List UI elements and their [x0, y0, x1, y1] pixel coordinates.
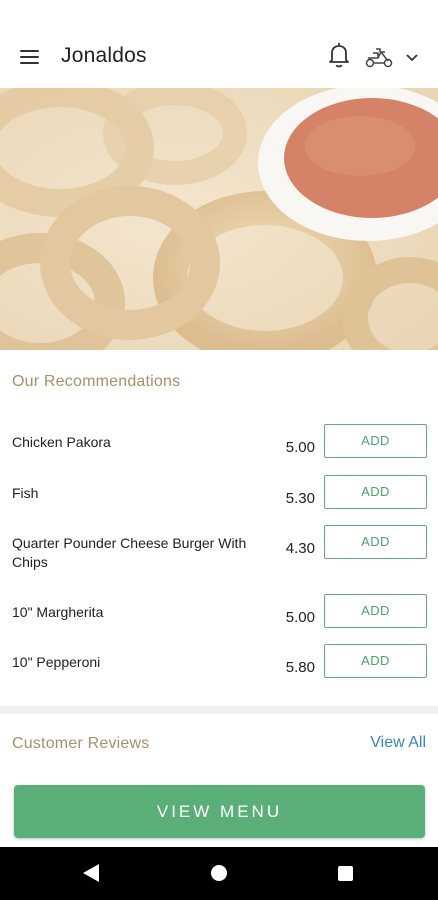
item-name: Quarter Pounder Cheese Burger With Chips: [12, 535, 247, 570]
view-menu-button[interactable]: VIEW MENU: [14, 785, 425, 838]
app-title: Jonaldos: [61, 44, 147, 67]
add-button[interactable]: ADD: [324, 424, 427, 458]
add-button[interactable]: ADD: [324, 525, 427, 559]
bell-icon[interactable]: [326, 40, 352, 70]
scooter-icon: [365, 48, 393, 68]
reviews-title: Customer Reviews: [12, 735, 150, 752]
back-triangle-icon[interactable]: [83, 864, 99, 882]
app-bar: Jonaldos: [0, 0, 438, 88]
add-button[interactable]: ADD: [324, 594, 427, 628]
add-button[interactable]: ADD: [324, 644, 427, 678]
item-price: 5.00: [285, 609, 315, 626]
chevron-down-icon: [406, 54, 418, 62]
section-divider: [0, 706, 438, 714]
view-all-link[interactable]: View All: [370, 734, 426, 752]
hero-food-image: [0, 88, 438, 350]
item-name: 10" Margherita: [12, 604, 104, 620]
item-price: 5.00: [285, 439, 315, 456]
delivery-selector[interactable]: [364, 45, 424, 71]
hamburger-menu-icon[interactable]: [18, 46, 42, 68]
item-price: 4.30: [285, 540, 315, 557]
recents-square-icon[interactable]: [338, 866, 353, 881]
item-price: 5.30: [285, 490, 315, 507]
item-name: Fish: [12, 485, 39, 501]
add-button[interactable]: ADD: [324, 475, 427, 509]
item-name: Chicken Pakora: [12, 434, 111, 450]
item-name: 10" Pepperoni: [12, 654, 101, 670]
recommendations-section: Our Recommendations Chicken Pakora 5.00 …: [0, 350, 438, 706]
home-circle-icon[interactable]: [211, 865, 227, 881]
system-nav-bar: [0, 847, 438, 900]
item-price: 5.80: [285, 659, 315, 676]
recommendations-title: Our Recommendations: [12, 373, 181, 390]
reviews-section: Customer Reviews View All: [0, 714, 438, 780]
